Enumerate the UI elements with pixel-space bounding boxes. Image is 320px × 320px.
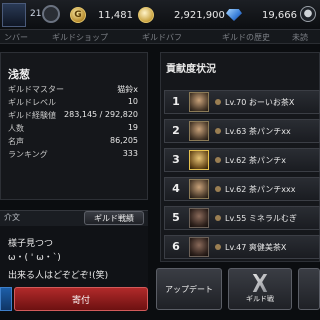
rank-number: 3 xyxy=(172,153,180,166)
member-dot-icon xyxy=(215,215,221,221)
avatar xyxy=(189,208,209,228)
guild-battle-icon xyxy=(252,274,268,292)
rank-number: 1 xyxy=(172,95,180,108)
gold-coin-icon: G xyxy=(70,7,86,23)
member-label: Lv.70 おーいお茶X xyxy=(225,98,295,107)
contribution-row[interactable]: 4 Lv.62 茶パンチxxx xyxy=(164,177,320,201)
contribution-row[interactable]: 2 Lv.63 茶パンチxx xyxy=(164,119,320,143)
guild-battle-record-button[interactable]: ギルド戦績 xyxy=(84,211,144,225)
member-dot-icon xyxy=(215,186,221,192)
unread-label: 未読 xyxy=(292,33,308,42)
guild-battle-button[interactable]: ギルド戦 xyxy=(228,268,292,310)
tab-members[interactable]: ンバー xyxy=(4,32,28,43)
silver-resource: 2,921,900 xyxy=(138,6,225,24)
add-gem-icon[interactable]: ● xyxy=(300,6,316,22)
rank-number: 2 xyxy=(172,124,180,137)
chat-line: 出来る人はどぞどぞ!(笑) xyxy=(8,271,109,281)
chat-line: 様子見つつ xyxy=(8,239,54,249)
avatar xyxy=(189,92,209,112)
settings-icon[interactable] xyxy=(42,5,60,23)
silver-value: 2,921,900 xyxy=(174,9,225,21)
contribution-title: 貢献度状況 xyxy=(166,64,216,75)
member-label: Lv.47 爽健美茶X xyxy=(225,243,287,252)
tab-guild-history[interactable]: ギルドの歴史 xyxy=(222,32,270,43)
avatar xyxy=(189,179,209,199)
rank-number: 6 xyxy=(172,240,180,253)
contribution-row[interactable]: 1 Lv.70 おーいお茶X xyxy=(164,90,320,114)
avatar xyxy=(189,237,209,257)
rank-number: 4 xyxy=(172,182,180,195)
stat-row: ランキング 333 xyxy=(8,149,138,159)
guild-battle-label: ギルド戦 xyxy=(246,295,274,303)
member-dot-icon xyxy=(215,99,221,105)
stamina-icon xyxy=(2,3,26,27)
gem-icon xyxy=(226,9,242,21)
chat-left-arrow[interactable] xyxy=(0,287,12,311)
avatar xyxy=(189,150,209,170)
stat-row: ギルド経験値 283,145 / 292,820 xyxy=(8,110,138,120)
donate-button[interactable]: 寄付 xyxy=(14,287,148,311)
rank-number: 5 xyxy=(172,211,180,224)
contribution-row[interactable]: 6 Lv.47 爽健美茶X xyxy=(164,235,320,259)
extra-button[interactable] xyxy=(298,268,320,310)
guild-name: 浅葱 xyxy=(8,68,30,81)
stat-row: ギルドレベル 10 xyxy=(8,97,138,107)
chat-tab[interactable]: 介文 xyxy=(4,212,20,223)
tab-guild-shop[interactable]: ギルドショップ xyxy=(52,32,108,43)
stat-row: 名声 86,205 xyxy=(8,136,138,146)
silver-coin-icon xyxy=(138,7,154,23)
stat-row: 人数 19 xyxy=(8,123,138,133)
member-label: Lv.55 ミネラルむぎ xyxy=(225,214,297,223)
gold-resource: G 11,481 xyxy=(70,6,133,24)
tab-guild-buff[interactable]: ギルドバフ xyxy=(142,32,182,43)
member-label: Lv.62 茶パンチx xyxy=(225,156,286,165)
member-label: Lv.62 茶パンチxxx xyxy=(225,185,296,194)
stat-row: ギルドマスター 猫鈴x xyxy=(8,85,138,94)
guild-tabs: ンバー ギルドショップ ギルドバフ ギルドの歴史 未読 xyxy=(0,30,320,44)
member-dot-icon xyxy=(215,128,221,134)
stamina-value: 21 xyxy=(30,9,42,19)
member-dot-icon xyxy=(215,244,221,250)
contribution-row[interactable]: 5 Lv.55 ミネラルむぎ xyxy=(164,206,320,230)
avatar xyxy=(189,121,209,141)
gem-resource: 19,666 xyxy=(226,6,297,24)
member-label: Lv.63 茶パンチxx xyxy=(225,127,291,136)
update-button[interactable]: アップデート xyxy=(156,268,222,310)
contribution-row[interactable]: 3 Lv.62 茶パンチx xyxy=(164,148,320,172)
chat-line: ω・( ' ω・`) xyxy=(8,253,61,263)
gold-value: 11,481 xyxy=(98,9,133,21)
gem-value: 19,666 xyxy=(262,9,297,21)
member-dot-icon xyxy=(215,157,221,163)
